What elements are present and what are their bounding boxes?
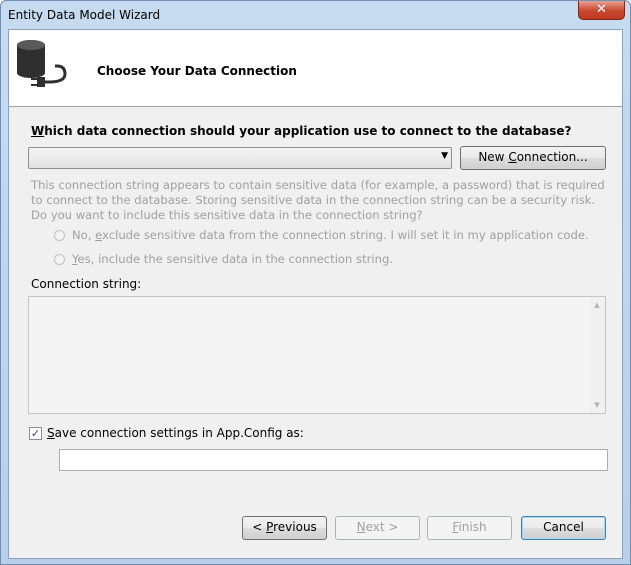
sensitive-data-info: This connection string appears to contai…	[31, 178, 605, 222]
previous-button[interactable]: < Previous	[242, 516, 327, 540]
wizard-header: Choose Your Data Connection	[9, 30, 622, 107]
app-config-name-input[interactable]	[59, 449, 608, 471]
connection-string-label: Connection string:	[31, 277, 142, 291]
scroll-down-icon[interactable]: ▼	[589, 397, 605, 413]
new-connection-button[interactable]: New Connection...	[460, 146, 606, 170]
radio-button[interactable]	[54, 254, 65, 265]
radio-exclude-label: No, exclude sensitive data from the conn…	[72, 228, 589, 242]
title-bar[interactable]: Entity Data Model Wizard ✕	[1, 1, 630, 29]
radio-include-label: Yes, include the sensitive data in the c…	[72, 252, 394, 266]
checkmark-icon: ✓	[30, 427, 41, 440]
close-icon: ✕	[596, 2, 607, 17]
chevron-down-icon: ▼	[441, 151, 448, 161]
cancel-button[interactable]: Cancel	[521, 516, 606, 540]
vertical-scrollbar[interactable]: ▲ ▼	[589, 297, 605, 413]
save-settings-checkbox[interactable]: ✓	[29, 427, 42, 440]
database-plug-icon	[17, 40, 67, 87]
connection-question: Which data connection should your applic…	[31, 124, 572, 138]
next-button[interactable]: Next >	[335, 516, 420, 540]
wizard-window: Entity Data Model Wizard ✕ Choose Your D…	[0, 0, 631, 565]
page-title: Choose Your Data Connection	[97, 64, 297, 78]
radio-button[interactable]	[54, 230, 65, 241]
connection-string-textarea[interactable]: ▲ ▼	[28, 296, 606, 414]
wizard-body: Choose Your Data Connection Which data c…	[8, 29, 623, 559]
close-button[interactable]: ✕	[578, 1, 625, 20]
connection-dropdown[interactable]: ▼	[28, 147, 452, 169]
save-settings-label: Save connection settings in App.Config a…	[47, 426, 304, 440]
scroll-up-icon[interactable]: ▲	[589, 297, 605, 313]
window-title: Entity Data Model Wizard	[8, 8, 161, 22]
finish-button[interactable]: Finish	[427, 516, 512, 540]
